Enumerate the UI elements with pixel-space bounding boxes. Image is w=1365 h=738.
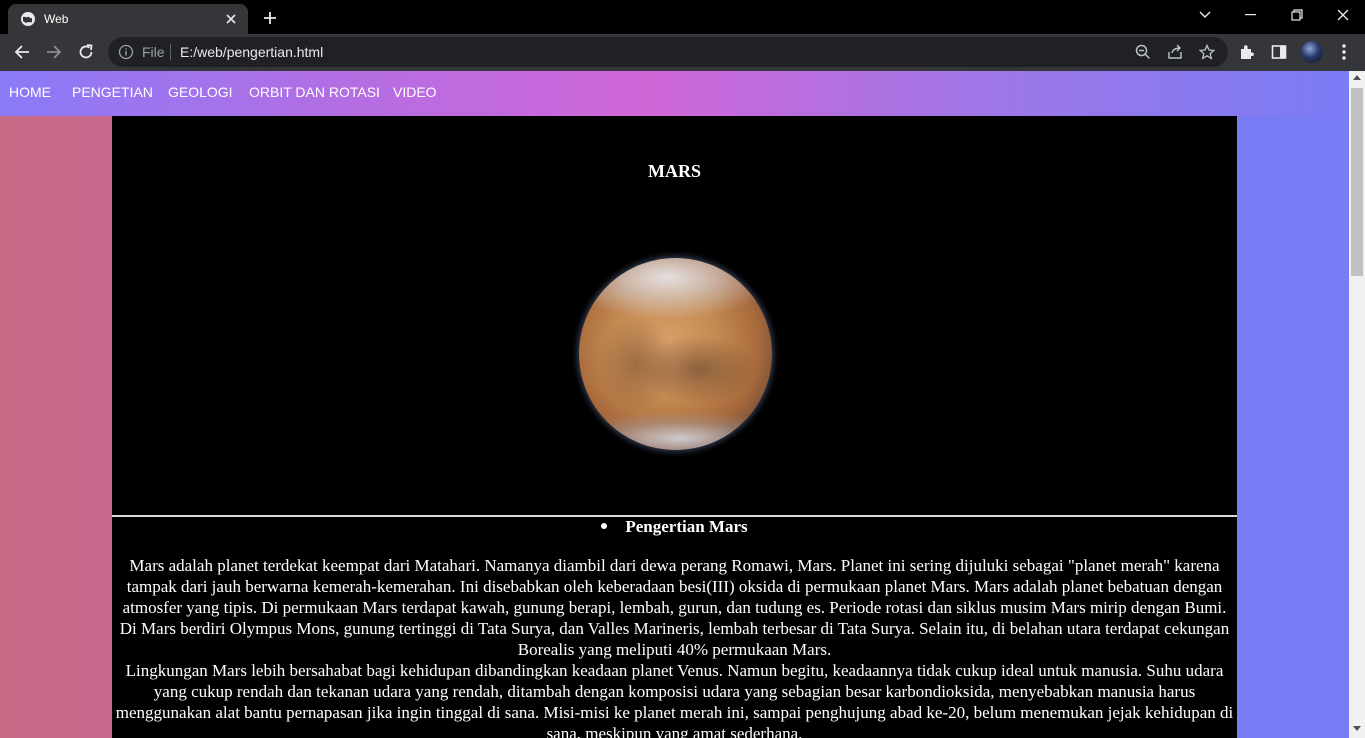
browser-tab[interactable]: Web: [8, 4, 248, 34]
nav-video[interactable]: VIDEO: [393, 84, 437, 100]
paragraph-1: Mars adalah planet terdekat keempat dari…: [119, 556, 1230, 659]
globe-icon: [20, 11, 36, 27]
nav-orbit-dan-rotasi[interactable]: ORBIT DAN ROTASI: [249, 84, 380, 100]
chevron-down-icon[interactable]: [1182, 0, 1228, 30]
tab-title: Web: [44, 12, 69, 26]
forward-icon[interactable]: [40, 38, 68, 66]
tab-strip: Web: [0, 0, 1365, 34]
omnibox-separator: [170, 44, 171, 60]
page-title: MARS: [648, 161, 701, 181]
minimize-icon[interactable]: [1228, 0, 1274, 30]
section-heading-text: Pengertian Mars: [625, 517, 748, 536]
nav-geologi[interactable]: GEOLOGI: [168, 84, 233, 100]
info-icon[interactable]: [118, 44, 134, 60]
reload-icon[interactable]: [72, 38, 100, 66]
restore-icon[interactable]: [1274, 0, 1320, 30]
omnibox-scheme: File: [142, 44, 165, 60]
page-viewport: HOME PENGETIAN GEOLOGI ORBIT DAN ROTASI …: [0, 71, 1349, 738]
bullet-icon: [601, 523, 608, 530]
back-icon[interactable]: [8, 38, 36, 66]
omnibox-url[interactable]: E:/web/pengertian.html: [180, 44, 323, 60]
address-bar[interactable]: File E:/web/pengertian.html: [108, 37, 1228, 67]
extensions-icon[interactable]: [1234, 39, 1260, 65]
avatar[interactable]: [1299, 39, 1325, 65]
section-heading: Pengertian Mars: [112, 517, 1237, 537]
scrollbar-thumb[interactable]: [1351, 88, 1363, 276]
site-navbar: HOME PENGETIAN GEOLOGI ORBIT DAN ROTASI …: [0, 71, 1349, 116]
nav-home[interactable]: HOME: [9, 84, 51, 100]
zoom-icon[interactable]: [1133, 42, 1153, 62]
star-icon[interactable]: [1197, 42, 1217, 62]
side-panel-icon[interactable]: [1266, 39, 1292, 65]
scroll-down-icon[interactable]: [1353, 726, 1361, 731]
page-scrollbar[interactable]: [1349, 71, 1365, 738]
nav-pengetian[interactable]: PENGETIAN: [72, 84, 153, 100]
profile-avatar: [1301, 41, 1323, 63]
close-window-icon[interactable]: [1320, 0, 1365, 30]
close-icon[interactable]: [222, 10, 240, 28]
browser-toolbar: File E:/web/pengertian.html: [0, 34, 1365, 71]
main-content: MARS Pengertian Mars Mars adalah planet …: [112, 116, 1237, 738]
menu-icon[interactable]: [1331, 39, 1357, 65]
share-icon[interactable]: [1165, 42, 1185, 62]
mars-image: [579, 258, 772, 450]
plus-icon[interactable]: [258, 6, 282, 30]
scroll-up-icon[interactable]: [1353, 75, 1361, 80]
paragraph-2: Lingkungan Mars lebih bersahabat bagi ke…: [115, 661, 1234, 738]
